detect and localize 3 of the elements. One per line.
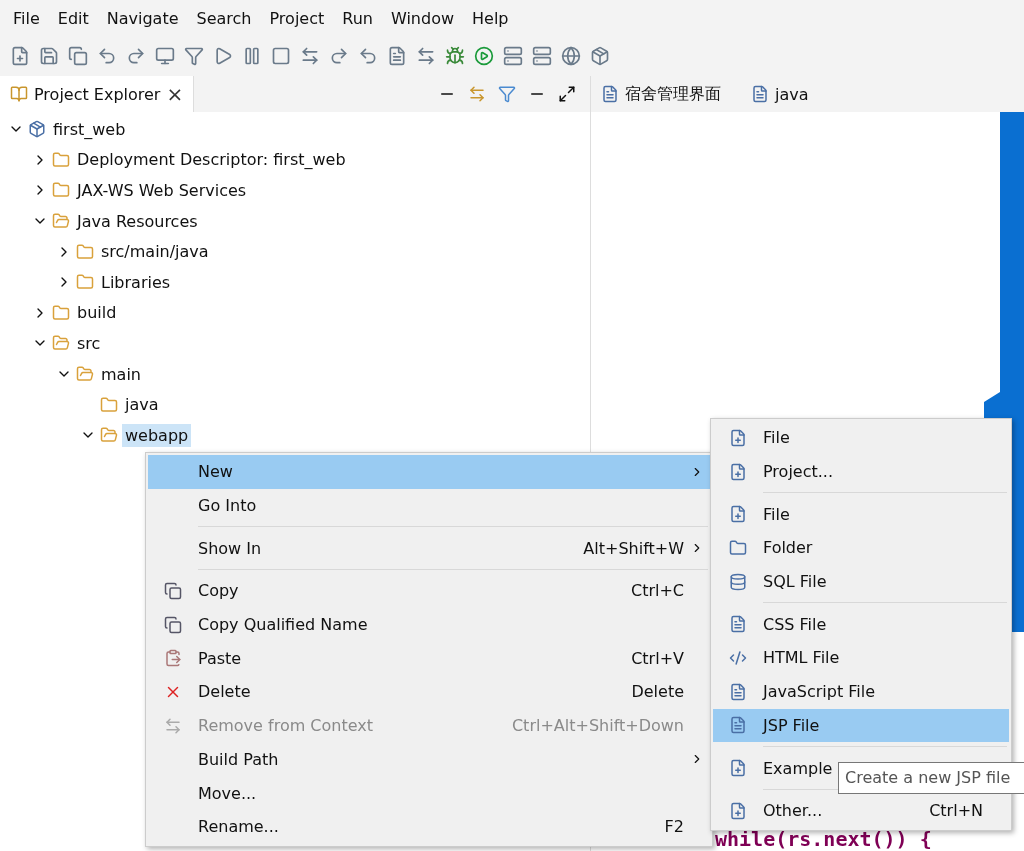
tooltip: Create a new JSP file [838, 762, 1024, 794]
code-line: while(rs.next()) { [715, 827, 933, 851]
view-title: Project Explorer [34, 84, 161, 104]
